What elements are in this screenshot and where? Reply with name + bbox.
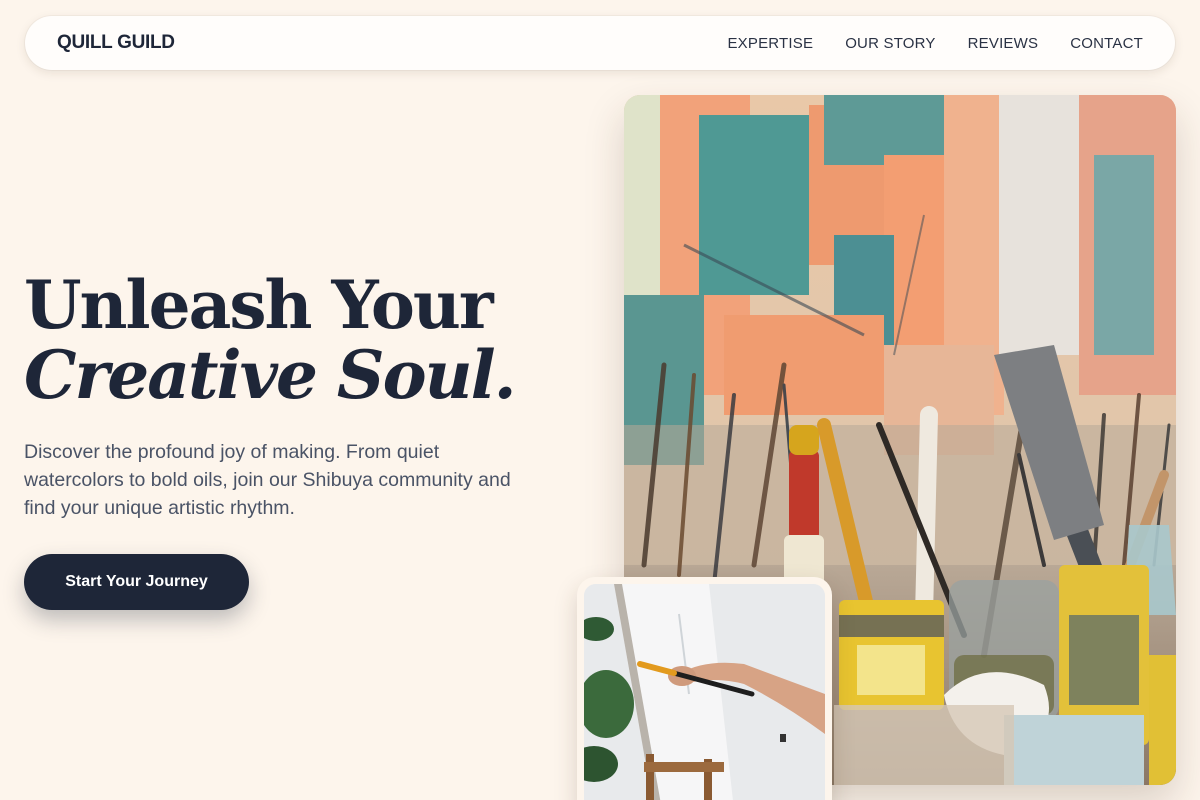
nav-link-contact[interactable]: CONTACT (1070, 35, 1143, 52)
hero-title-line-1: Unleash Your (24, 266, 494, 344)
nav-links: EXPERTISE OUR STORY REVIEWS CONTACT (727, 35, 1143, 52)
nav-link-expertise[interactable]: EXPERTISE (727, 35, 813, 52)
hero-title: Unleash Your Creative Soul. (24, 270, 564, 410)
hero-description: Discover the profound joy of making. Fro… (24, 441, 511, 519)
brand-logo[interactable]: QUILL GUILD (57, 32, 175, 54)
start-journey-button[interactable]: Start Your Journey (24, 554, 249, 610)
nav-link-our-story[interactable]: OUR STORY (845, 35, 935, 52)
easel-image (584, 584, 825, 800)
easel-image-frame (577, 577, 832, 800)
nav-link-reviews[interactable]: REVIEWS (968, 35, 1039, 52)
easel-illustration (584, 584, 825, 800)
top-navbar: QUILL GUILD EXPERTISE OUR STORY REVIEWS … (25, 16, 1175, 70)
hero-title-line-2: Creative Soul. (24, 336, 517, 414)
landing-page: QUILL GUILD EXPERTISE OUR STORY REVIEWS … (0, 0, 1200, 800)
